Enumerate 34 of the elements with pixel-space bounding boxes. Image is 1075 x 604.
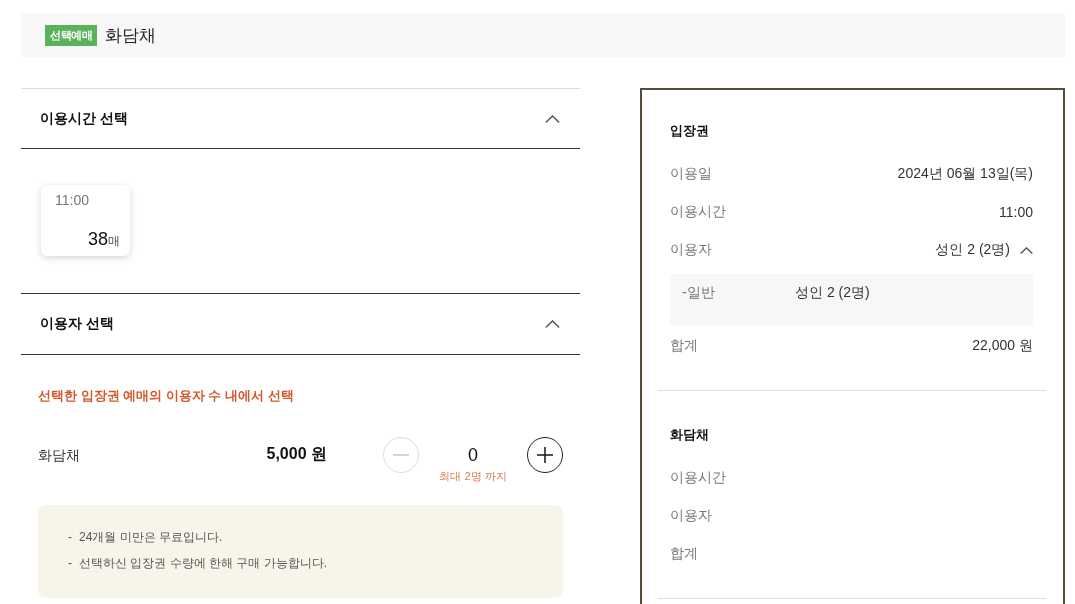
note-text: 선택하신 입장권 수량에 한해 구매 가능합니다. (79, 555, 327, 572)
row-label: 이용시간 (670, 203, 726, 221)
notice-text: 선택한 입장권 예매의 이용자 수 내에서 선택 (38, 387, 295, 405)
time-slot-card[interactable]: 11:00 38매 (41, 185, 130, 256)
plus-icon (537, 447, 553, 463)
row-label: 이용시간 (670, 469, 726, 487)
row-value: 2024년 06월 13일(목) (897, 165, 1033, 183)
row-label: 이용자 (670, 507, 712, 525)
price-text: 5,000 원 (265, 444, 327, 464)
row-label: 합계 (670, 545, 698, 563)
detail-value: 성인 2 (2명) (795, 283, 870, 301)
row-label: 이용일 (670, 165, 712, 183)
row-value: 22,000 원 (972, 337, 1033, 355)
accordion-header[interactable]: 이용시간 선택 (21, 88, 580, 149)
row-value: 11:00 (999, 204, 1033, 220)
note-text: 24개월 미만은 무료입니다. (79, 529, 223, 546)
note-bullet: - (68, 555, 73, 572)
chevron-up-icon (545, 114, 560, 123)
detail-label: -일반 (682, 283, 716, 301)
chevron-up-icon (545, 320, 560, 328)
group-title: 입장권 (670, 122, 710, 140)
page-title: 화담채 (105, 24, 156, 47)
row-value: 성인 2 (2명) (935, 241, 1010, 259)
note-bullet: - (68, 529, 73, 546)
chevron-up-icon[interactable] (1020, 246, 1033, 254)
item-name: 화담채 (38, 446, 81, 465)
row-label: 합계 (670, 337, 698, 355)
quantity-value: 0 (468, 444, 478, 467)
increase-button[interactable] (527, 437, 563, 473)
limit-text: 최대 2명 까지 (439, 470, 507, 483)
mode-badge: 선택예매 (45, 24, 97, 46)
row-label: 이용자 (670, 241, 712, 259)
minus-icon (393, 454, 409, 456)
group-title: 화담채 (670, 426, 710, 444)
